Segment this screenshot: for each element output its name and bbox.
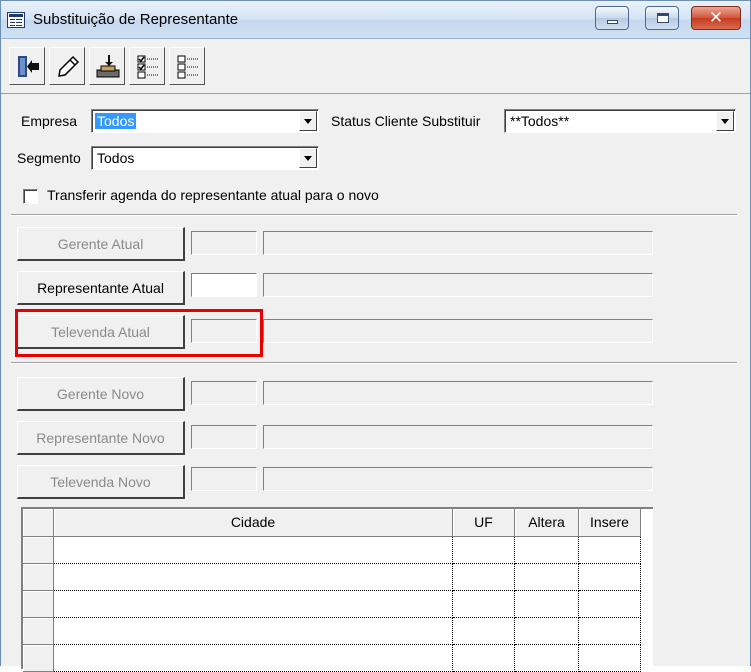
gerente-atual-button[interactable]: Gerente Atual	[17, 227, 185, 261]
maximize-button[interactable]	[645, 6, 679, 30]
table-cell[interactable]	[579, 591, 641, 618]
row-indicator[interactable]	[23, 564, 54, 591]
status-select[interactable]: **Todos**	[504, 109, 736, 133]
transfer-agenda-label: Transferir agenda do representante atual…	[47, 187, 379, 203]
table-cell[interactable]	[515, 645, 579, 672]
pencil-icon	[58, 55, 80, 77]
representante-novo-button[interactable]: Representante Novo	[17, 421, 185, 455]
table-row[interactable]	[23, 564, 653, 591]
transfer-agenda-checkbox[interactable]	[23, 189, 38, 204]
empresa-select[interactable]: Todos	[91, 109, 319, 133]
table-cell[interactable]	[579, 618, 641, 645]
televenda-novo-button[interactable]: Televenda Novo	[17, 465, 185, 499]
table-cell[interactable]	[54, 537, 453, 564]
representante-atual-button[interactable]: Representante Atual	[17, 271, 185, 305]
chevron-down-icon[interactable]	[299, 111, 317, 131]
gerente-atual-name	[263, 231, 653, 255]
representante-atual-name	[263, 273, 653, 297]
edit-button[interactable]	[49, 47, 85, 85]
empresa-value: Todos	[95, 113, 137, 129]
table-cell[interactable]	[453, 537, 515, 564]
row-indicator[interactable]	[23, 618, 54, 645]
status-label: Status Cliente Substituir	[331, 113, 481, 129]
chevron-down-icon[interactable]	[299, 148, 317, 168]
column-header-altera[interactable]: Altera	[515, 509, 579, 537]
segmento-value: Todos	[97, 150, 135, 166]
table-cell[interactable]	[453, 618, 515, 645]
table-cell[interactable]	[579, 537, 641, 564]
grid-corner	[23, 509, 54, 537]
representante-atual-code-input[interactable]	[191, 273, 257, 297]
gerente-novo-button[interactable]: Gerente Novo	[17, 377, 185, 411]
table-cell[interactable]	[515, 591, 579, 618]
table-cell[interactable]	[54, 618, 453, 645]
televenda-novo-code	[191, 467, 257, 491]
segmento-select[interactable]: Todos	[91, 146, 319, 170]
representante-novo-code	[191, 425, 257, 449]
minimize-button[interactable]	[595, 6, 629, 30]
close-button[interactable]: ✕	[691, 6, 741, 30]
uncheck-list-button[interactable]	[169, 47, 205, 85]
column-header-insere[interactable]: Insere	[579, 509, 641, 537]
gerente-novo-name	[263, 381, 653, 405]
empresa-label: Empresa	[21, 113, 78, 129]
chevron-down-icon[interactable]	[716, 111, 734, 131]
table-cell[interactable]	[54, 564, 453, 591]
maximize-icon	[657, 13, 669, 23]
empty-list-icon	[177, 55, 198, 79]
exit-button[interactable]	[9, 47, 45, 85]
tray-arrow-icon	[96, 55, 120, 78]
main-window: Substituição de Representante ✕ Empresa …	[0, 0, 751, 672]
column-header-uf[interactable]: UF	[453, 509, 515, 537]
separator	[11, 362, 737, 364]
cities-grid[interactable]: Cidade UF Altera Insere	[21, 507, 653, 672]
table-cell[interactable]	[54, 591, 453, 618]
form-icon	[7, 12, 25, 28]
gerente-atual-code	[191, 231, 257, 255]
row-indicator[interactable]	[23, 591, 54, 618]
table-cell[interactable]	[579, 645, 641, 672]
table-cell[interactable]	[515, 564, 579, 591]
table-row[interactable]	[23, 591, 653, 618]
check-list-button[interactable]	[129, 47, 165, 85]
exit-door-icon	[18, 56, 39, 77]
table-cell[interactable]	[453, 591, 515, 618]
separator	[11, 214, 737, 216]
row-indicator[interactable]	[23, 645, 54, 672]
confirm-button[interactable]	[89, 47, 125, 85]
title-bar[interactable]: Substituição de Representante ✕	[1, 1, 750, 39]
grid-header: Cidade UF Altera Insere	[23, 509, 653, 537]
table-cell[interactable]	[54, 645, 453, 672]
close-icon: ✕	[708, 8, 724, 27]
status-value: **Todos**	[510, 113, 570, 129]
highlight-box	[15, 309, 263, 357]
table-cell[interactable]	[453, 564, 515, 591]
table-row[interactable]	[23, 645, 653, 672]
column-header-cidade[interactable]: Cidade	[54, 509, 453, 537]
window-title: Substituição de Representante	[33, 11, 239, 28]
minimize-icon	[607, 20, 618, 24]
table-cell[interactable]	[515, 537, 579, 564]
televenda-atual-name	[263, 319, 653, 343]
row-indicator[interactable]	[23, 537, 54, 564]
table-row[interactable]	[23, 618, 653, 645]
segmento-label: Segmento	[17, 150, 81, 166]
gerente-novo-code	[191, 381, 257, 405]
checklist-icon	[137, 55, 158, 79]
table-cell[interactable]	[515, 618, 579, 645]
televenda-novo-name	[263, 467, 653, 491]
table-row[interactable]	[23, 537, 653, 564]
table-cell[interactable]	[453, 645, 515, 672]
representante-novo-name	[263, 425, 653, 449]
table-cell[interactable]	[579, 564, 641, 591]
